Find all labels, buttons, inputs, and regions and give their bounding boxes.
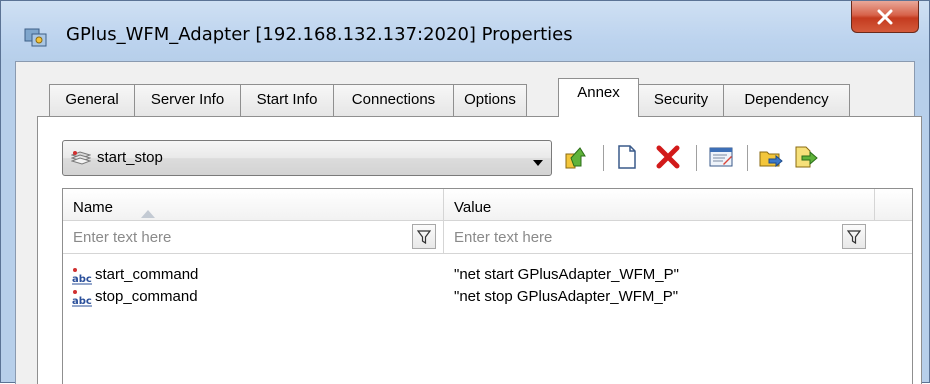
window-title: GPlus_WFM_Adapter [192.168.132.137:2020]… — [66, 24, 573, 45]
row-name: stop_command — [95, 288, 198, 305]
row-name: start_command — [95, 266, 199, 283]
table-row[interactable]: abc stop_command "net stop GPlusAdapter_… — [63, 287, 912, 309]
application-icon — [24, 26, 48, 48]
svg-text:abc: abc — [72, 274, 92, 285]
move-up-button[interactable] — [561, 142, 589, 172]
string-type-icon: abc — [71, 267, 93, 285]
delete-icon — [656, 145, 680, 169]
export-button[interactable] — [792, 142, 820, 172]
export-icon — [795, 146, 818, 168]
tab-annex[interactable]: Annex — [558, 78, 639, 117]
chevron-down-icon — [533, 155, 543, 171]
name-filter-cell — [63, 221, 444, 254]
new-item-icon — [618, 145, 636, 169]
section-icon — [70, 150, 92, 166]
tab-connections[interactable]: Connections — [333, 84, 454, 116]
tab-server-info[interactable]: Server Info — [134, 84, 241, 116]
tab-options[interactable]: Options — [453, 84, 527, 116]
value-filter-button[interactable] — [842, 224, 866, 249]
close-button[interactable] — [851, 1, 919, 33]
move-up-icon — [565, 147, 586, 169]
column-header-name-label: Name — [73, 199, 114, 216]
import-icon — [759, 151, 783, 168]
toolbar-separator — [603, 145, 604, 171]
column-header-value[interactable]: Value — [444, 189, 875, 221]
import-button[interactable] — [757, 142, 785, 172]
column-header-value-label: Value — [454, 199, 492, 216]
tab-dependency[interactable]: Dependency — [723, 84, 850, 116]
edit-icon — [709, 147, 733, 167]
string-type-icon: abc — [71, 289, 93, 307]
row-value: "net start GPlusAdapter_WFM_P" — [454, 266, 679, 283]
annex-section-value: start_stop — [97, 149, 163, 166]
title-bar[interactable]: GPlus_WFM_Adapter [192.168.132.137:2020]… — [1, 1, 930, 61]
delete-button[interactable] — [654, 142, 682, 172]
new-item-button[interactable] — [613, 142, 641, 172]
value-filter-cell — [444, 221, 912, 254]
tab-start-info[interactable]: Start Info — [240, 84, 334, 116]
filter-icon — [847, 229, 861, 244]
edit-button[interactable] — [707, 142, 735, 172]
annex-properties-grid: Name Value Enter text here Enter text he… — [62, 188, 913, 384]
tab-security[interactable]: Security — [638, 84, 724, 116]
row-value: "net stop GPlusAdapter_WFM_P" — [454, 288, 679, 305]
name-filter-button[interactable] — [412, 224, 436, 249]
column-header-filler — [875, 189, 912, 221]
properties-window: GPlus_WFM_Adapter [192.168.132.137:2020]… — [0, 0, 930, 384]
table-row[interactable]: abc start_command "net start GPlusAdapte… — [63, 265, 912, 287]
column-header-name[interactable]: Name — [63, 189, 444, 221]
tab-general[interactable]: General — [49, 84, 135, 116]
annex-section-dropdown[interactable]: start_stop — [62, 140, 552, 176]
svg-text:abc: abc — [72, 296, 92, 307]
filter-icon — [417, 229, 431, 244]
toolbar-separator — [747, 145, 748, 171]
close-icon — [877, 9, 893, 24]
name-filter-input[interactable] — [63, 221, 443, 253]
toolbar-separator — [696, 145, 697, 171]
